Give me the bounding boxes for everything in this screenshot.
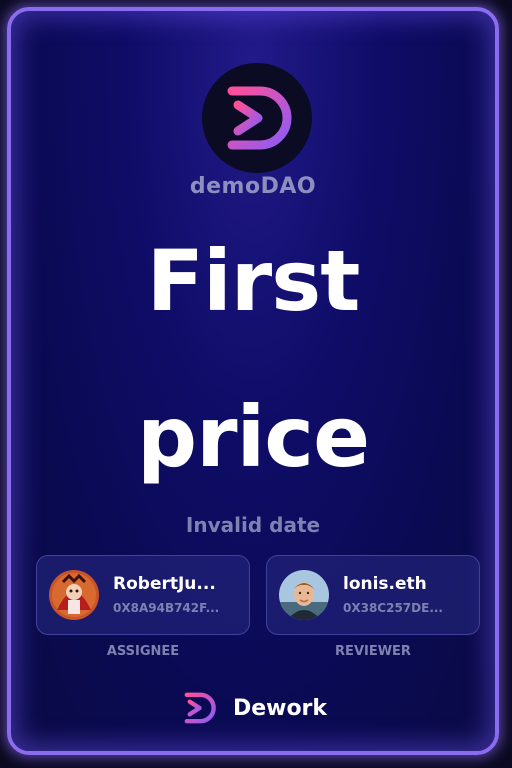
task-title-line-1: First [146,232,361,330]
task-card: demoDAO First price Invalid date RobertJ… [7,7,499,755]
assignee-avatar-icon [49,570,99,620]
brand-logo-icon [184,692,216,724]
brand-name: Dework [232,695,328,721]
dework-logo-icon [227,86,292,150]
dao-name: demoDAO [189,174,317,199]
reviewer-avatar [279,570,329,620]
reviewer-avatar-icon [279,570,329,620]
task-title-line-2: price [136,388,370,486]
assignee-address: 0X8A94B742F... [113,601,220,615]
assignee-role-label: ASSIGNEE [106,644,180,659]
reviewer-card[interactable]: lonis.eth 0X38C257DE... [266,555,480,635]
reviewer-name: lonis.eth [343,574,427,594]
assignee-avatar [49,570,99,620]
assignee-card[interactable]: RobertJu... 0X8A94B742F... [36,555,250,635]
reviewer-address: 0X38C257DE... [343,601,443,615]
brand-footer: Dework [11,688,495,728]
assignee-name: RobertJu... [113,574,216,594]
reviewer-role-label: REVIEWER [335,644,411,659]
task-date: Invalid date [185,513,321,537]
dao-logo [202,63,312,173]
